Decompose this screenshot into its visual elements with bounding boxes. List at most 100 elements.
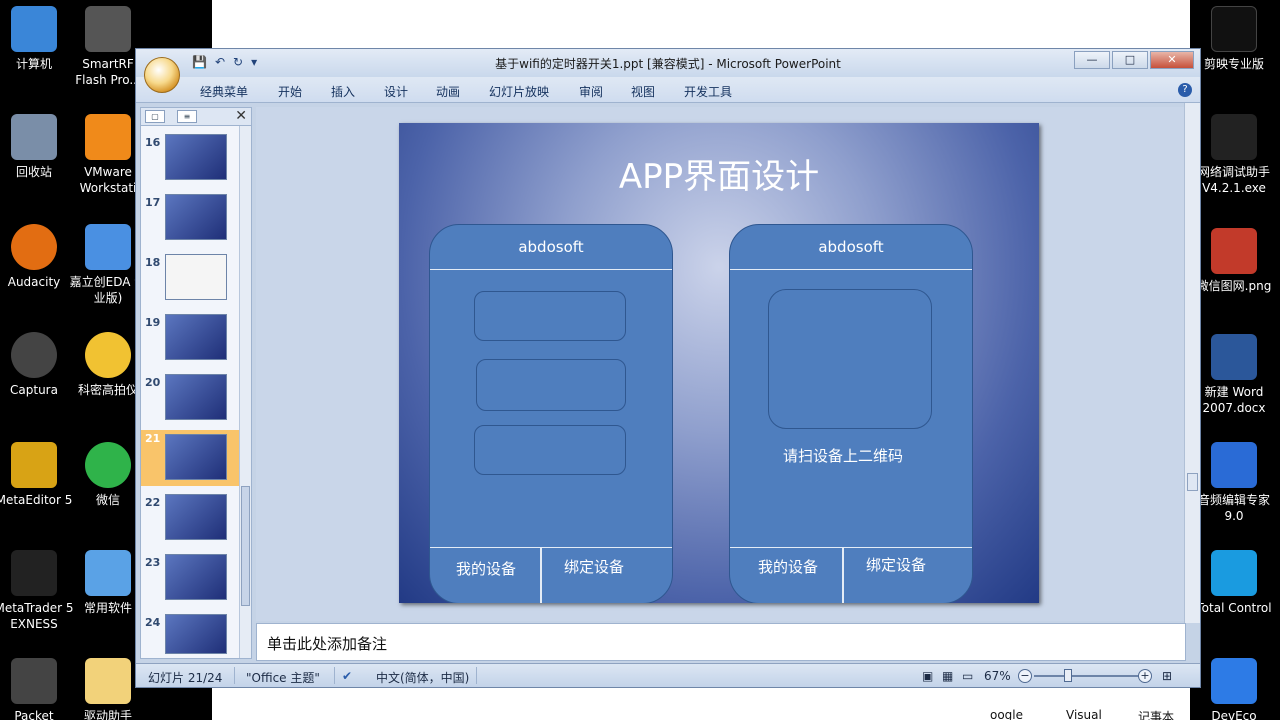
slide-thumbnail[interactable]: 19	[141, 314, 241, 366]
slide-thumbnail[interactable]: 24	[141, 614, 241, 666]
desktop-icon-captura[interactable]: Captura	[0, 332, 74, 398]
desktop-icon-packet[interactable]: Packet	[0, 658, 74, 720]
zoom-slider-thumb[interactable]	[1064, 669, 1072, 682]
tab-animations[interactable]: 动画	[436, 83, 460, 100]
thumbnail-image	[165, 254, 227, 300]
my-devices-button[interactable]: 我的设备	[758, 556, 818, 577]
desktop-icon-jianying[interactable]: 剪映专业版	[1194, 6, 1274, 72]
packet-icon	[11, 658, 57, 704]
computer-icon	[11, 6, 57, 52]
slide-canvas[interactable]: APP界面设计 abdosoft 我的设备 绑定设备 abdosoft 请扫设备…	[399, 123, 1039, 603]
window-controls: — □ ✕	[1074, 51, 1194, 69]
outline-tab-icon[interactable]: ≡	[177, 110, 197, 123]
desktop-icon-metaeditor[interactable]: MetaEditor 5	[0, 442, 74, 508]
wechat-icon	[85, 442, 131, 488]
folder-icon	[85, 550, 131, 596]
qr-code-box	[768, 289, 932, 429]
help-icon[interactable]: ?	[1178, 83, 1192, 97]
slide-thumbnail[interactable]: 23	[141, 554, 241, 606]
maximize-button[interactable]: □	[1112, 51, 1148, 69]
input-box	[474, 425, 626, 475]
phone-footer: 我的设备 绑定设备	[730, 547, 972, 603]
slide-thumbnail[interactable]: 17	[141, 194, 241, 246]
minimize-button[interactable]: —	[1074, 51, 1110, 69]
scan-instruction: 请扫设备上二维码	[782, 447, 903, 465]
deveco-icon	[1211, 658, 1257, 704]
taskbar-label-visual[interactable]: Visual	[1066, 708, 1102, 720]
thumbnail-image	[165, 494, 227, 540]
desktop-icon-total-control[interactable]: Total Control	[1194, 550, 1274, 616]
tab-slideshow[interactable]: 幻灯片放映	[489, 83, 549, 100]
desktop-icon-metatrader[interactable]: MetaTrader 5 EXNESS	[0, 550, 74, 632]
desktop-icon-recycle-bin[interactable]: 回收站	[0, 114, 74, 180]
slide-thumbnail[interactable]: 20	[141, 374, 241, 426]
tab-view[interactable]: 视图	[631, 83, 655, 100]
slide-thumbnail[interactable]: 22	[141, 494, 241, 546]
close-pane-icon[interactable]: ✕	[235, 108, 247, 124]
slide-thumbnail[interactable]: 16	[141, 134, 241, 186]
desktop-icon-net-debug[interactable]: 网络调试助手V4.2.1.exe	[1194, 114, 1274, 196]
tab-developer[interactable]: 开发工具	[684, 83, 732, 100]
thumbnail-image	[165, 314, 227, 360]
slide-thumbnail[interactable]: 18	[141, 254, 241, 306]
taskbar-label-google[interactable]: oogle	[990, 708, 1023, 720]
phone-mockup-right[interactable]: abdosoft 请扫设备上二维码 我的设备 绑定设备	[729, 224, 973, 603]
window-title: 基于wifi的定时器开关1.ppt [兼容模式] - Microsoft Pow…	[495, 57, 841, 71]
desktop-wallpaper-top	[212, 0, 1190, 50]
jianying-icon	[1211, 6, 1257, 52]
eagle-icon	[85, 332, 131, 378]
zoom-level[interactable]: 67%	[984, 669, 1011, 683]
phone-mockup-left[interactable]: abdosoft 我的设备 绑定设备	[429, 224, 673, 603]
desktop-icon-wechat-png[interactable]: 微信图网.png	[1194, 228, 1274, 294]
tab-home[interactable]: 开始	[278, 83, 302, 100]
cloud-icon	[85, 224, 131, 270]
close-button[interactable]: ✕	[1150, 51, 1194, 69]
tab-classic-menu[interactable]: 经典菜单	[200, 83, 248, 100]
thumbnail-image	[165, 554, 227, 600]
slideshow-view-icon[interactable]: ▭	[962, 669, 973, 683]
slide-title[interactable]: APP界面设计	[399, 149, 1039, 198]
zoom-slider-track[interactable]	[1034, 675, 1144, 677]
scroll-thumb[interactable]	[1187, 473, 1198, 491]
desktop-wallpaper-bottom	[212, 688, 1190, 720]
slide-sorter-icon[interactable]: ▦	[942, 669, 953, 683]
ribbon-tabs: 经典菜单 开始 插入 设计 动画 幻灯片放映 审阅 视图 开发工具 ?	[136, 77, 1200, 103]
title-bar: 💾 ↶ ↻ ▾ 基于wifi的定时器开关1.ppt [兼容模式] - Micro…	[136, 49, 1200, 77]
tab-insert[interactable]: 插入	[331, 83, 355, 100]
pane-scroll-thumb[interactable]	[241, 486, 250, 606]
normal-view-icon[interactable]: ▣	[922, 669, 933, 683]
desktop-icon-computer[interactable]: 计算机	[0, 6, 74, 72]
bind-device-button[interactable]: 绑定设备	[866, 554, 926, 575]
notes-pane[interactable]: 单击此处添加备注	[256, 623, 1186, 661]
slides-tab-icon[interactable]: ▢	[145, 110, 165, 123]
desktop-icon-audio-editor[interactable]: 音频编辑专家 9.0	[1194, 442, 1274, 524]
fit-to-window-icon[interactable]: ⊞	[1162, 669, 1172, 683]
slide-counter: 幻灯片 21/24	[148, 671, 223, 685]
zoom-out-button[interactable]: −	[1018, 669, 1032, 683]
status-separator	[234, 667, 235, 684]
taskbar-label-notepad[interactable]: 记事本	[1138, 708, 1174, 720]
desktop-icon-audacity[interactable]: Audacity	[0, 224, 74, 290]
status-separator	[476, 667, 477, 684]
slide-thumbnail-selected[interactable]: 21	[141, 430, 241, 486]
thumbnail-image	[165, 434, 227, 480]
pane-scrollbar[interactable]	[239, 126, 251, 658]
vertical-scrollbar[interactable]	[1184, 103, 1200, 623]
tab-design[interactable]: 设计	[384, 83, 408, 100]
tab-review[interactable]: 审阅	[579, 83, 603, 100]
audacity-icon	[11, 224, 57, 270]
my-devices-button[interactable]: 我的设备	[456, 558, 516, 579]
phone-header: abdosoft	[430, 225, 672, 270]
zoom-in-button[interactable]: +	[1138, 669, 1152, 683]
phone-header: abdosoft	[730, 225, 972, 270]
language-indicator: 中文(简体，中国)	[376, 671, 470, 685]
powerpoint-window: 💾 ↶ ↻ ▾ 基于wifi的定时器开关1.ppt [兼容模式] - Micro…	[135, 48, 1201, 688]
notes-placeholder: 单击此处添加备注	[267, 635, 388, 653]
office-button[interactable]	[144, 57, 180, 93]
spell-check-icon[interactable]: ✔	[342, 669, 352, 683]
pane-tabs: ▢ ≡ ✕	[141, 108, 251, 126]
folder-icon	[85, 658, 131, 704]
desktop-icon-deveco[interactable]: DevEco	[1194, 658, 1274, 720]
desktop-icon-word-doc[interactable]: 新建 Word 2007.docx	[1194, 334, 1274, 416]
bind-device-button[interactable]: 绑定设备	[564, 556, 624, 577]
